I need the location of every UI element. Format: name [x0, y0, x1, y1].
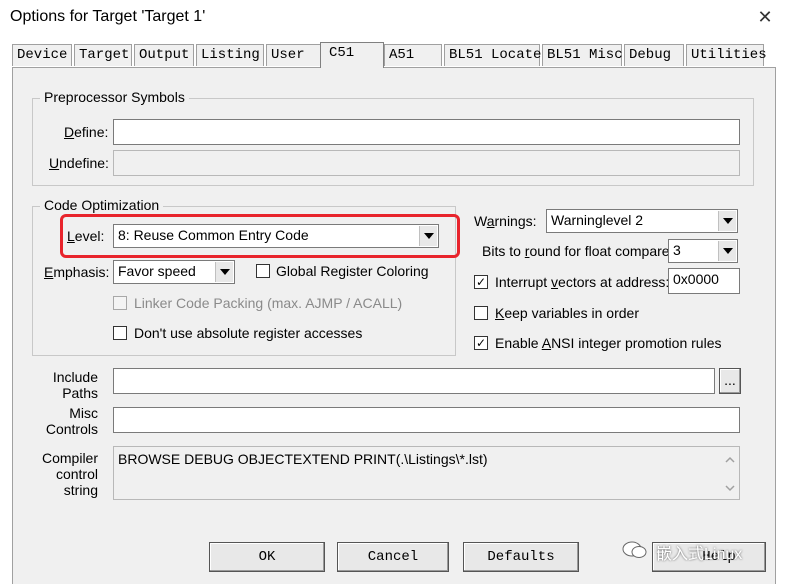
emphasis-value: Favor speed	[118, 263, 196, 279]
dont-use-absolute-label: Don't use absolute register accesses	[134, 325, 363, 341]
compiler-control-string: BROWSE DEBUG OBJECTEXTEND PRINT(.\Listin…	[113, 446, 740, 500]
tab-bl51-misc[interactable]: BL51 Misc	[542, 44, 623, 66]
defaults-button[interactable]: Defaults	[463, 542, 579, 572]
dont-use-absolute-checkbox[interactable]	[113, 326, 127, 340]
warnings-value: Warninglevel 2	[551, 212, 644, 228]
code-optimization-legend: Code Optimization	[40, 197, 164, 213]
tab-bl51-locate[interactable]: BL51 Locate	[444, 44, 541, 66]
cancel-button[interactable]: Cancel	[337, 542, 449, 572]
tab-output[interactable]: Output	[134, 44, 194, 66]
tab-user[interactable]: User	[266, 44, 322, 66]
undefine-field[interactable]	[113, 150, 740, 176]
misc-controls-field[interactable]	[113, 407, 740, 433]
chevron-down-icon[interactable]	[718, 241, 736, 261]
enable-ansi-label: Enable ANSI integer promotion rules	[495, 335, 722, 351]
browse-include-button[interactable]: ...	[719, 368, 741, 394]
watermark-text: 嵌入式Linux	[656, 546, 743, 563]
ok-button[interactable]: OK	[209, 542, 325, 572]
emphasis-dropdown[interactable]: Favor speed	[113, 260, 235, 284]
interrupt-vectors-checkbox[interactable]: ✓	[474, 275, 488, 289]
misc-controls-label-2: Controls	[45, 421, 98, 437]
preprocessor-legend: Preprocessor Symbols	[40, 89, 189, 105]
tab-utilities[interactable]: Utilities	[686, 44, 767, 66]
bits-dropdown[interactable]: 3	[668, 239, 738, 263]
compiler-control-label-2: control	[55, 466, 98, 482]
tab-c51[interactable]: C51	[320, 42, 384, 68]
include-paths-label-1: Include	[52, 369, 98, 385]
compiler-scrollbar[interactable]	[722, 448, 738, 498]
warnings-label: Warnings:	[474, 213, 537, 229]
interrupt-vectors-address[interactable]: 0x0000	[668, 268, 740, 294]
compiler-control-label-1: Compiler	[41, 450, 98, 466]
compiler-control-label-3: string	[63, 482, 98, 498]
close-icon[interactable]: ✕	[752, 6, 778, 28]
warnings-dropdown[interactable]: Warninglevel 2	[546, 209, 738, 233]
keep-variables-checkbox[interactable]	[474, 306, 488, 320]
enable-ansi-checkbox[interactable]: ✓	[474, 336, 488, 350]
linker-code-packing-checkbox[interactable]	[113, 296, 127, 310]
linker-code-packing-label: Linker Code Packing (max. AJMP / ACALL)	[134, 295, 403, 311]
tab-debug[interactable]: Debug	[624, 44, 684, 66]
chevron-down-icon[interactable]	[718, 211, 736, 231]
interrupt-vectors-label: Interrupt vectors at address:	[495, 274, 670, 290]
tab-target[interactable]: Target	[74, 44, 132, 66]
tab-strip: Device Target Output Listing User C51 A5…	[12, 42, 772, 68]
include-paths-label-2: Paths	[62, 385, 98, 401]
include-paths-field[interactable]	[113, 368, 715, 394]
emphasis-label: Emphasis:	[44, 264, 110, 280]
tab-device[interactable]: Device	[12, 44, 72, 66]
tab-listing[interactable]: Listing	[196, 44, 264, 66]
wechat-logo-icon	[622, 540, 648, 560]
level-highlight-box	[60, 214, 460, 258]
misc-controls-label-1: Misc	[69, 405, 98, 421]
keep-variables-label: Keep variables in order	[495, 305, 639, 321]
chevron-down-icon[interactable]	[215, 262, 233, 282]
window-title: Options for Target 'Target 1'	[10, 8, 206, 25]
scroll-arrows-icon	[725, 456, 735, 492]
bits-value: 3	[673, 242, 681, 258]
bits-label: Bits to round for float compare:	[482, 243, 674, 259]
define-field[interactable]	[113, 119, 740, 145]
undefine-label: Undefine:	[49, 155, 109, 171]
tab-a51[interactable]: A51	[384, 44, 442, 66]
global-register-coloring-label: Global Register Coloring	[276, 263, 429, 279]
global-register-coloring-checkbox[interactable]	[256, 264, 270, 278]
define-label: Define:	[64, 124, 109, 140]
